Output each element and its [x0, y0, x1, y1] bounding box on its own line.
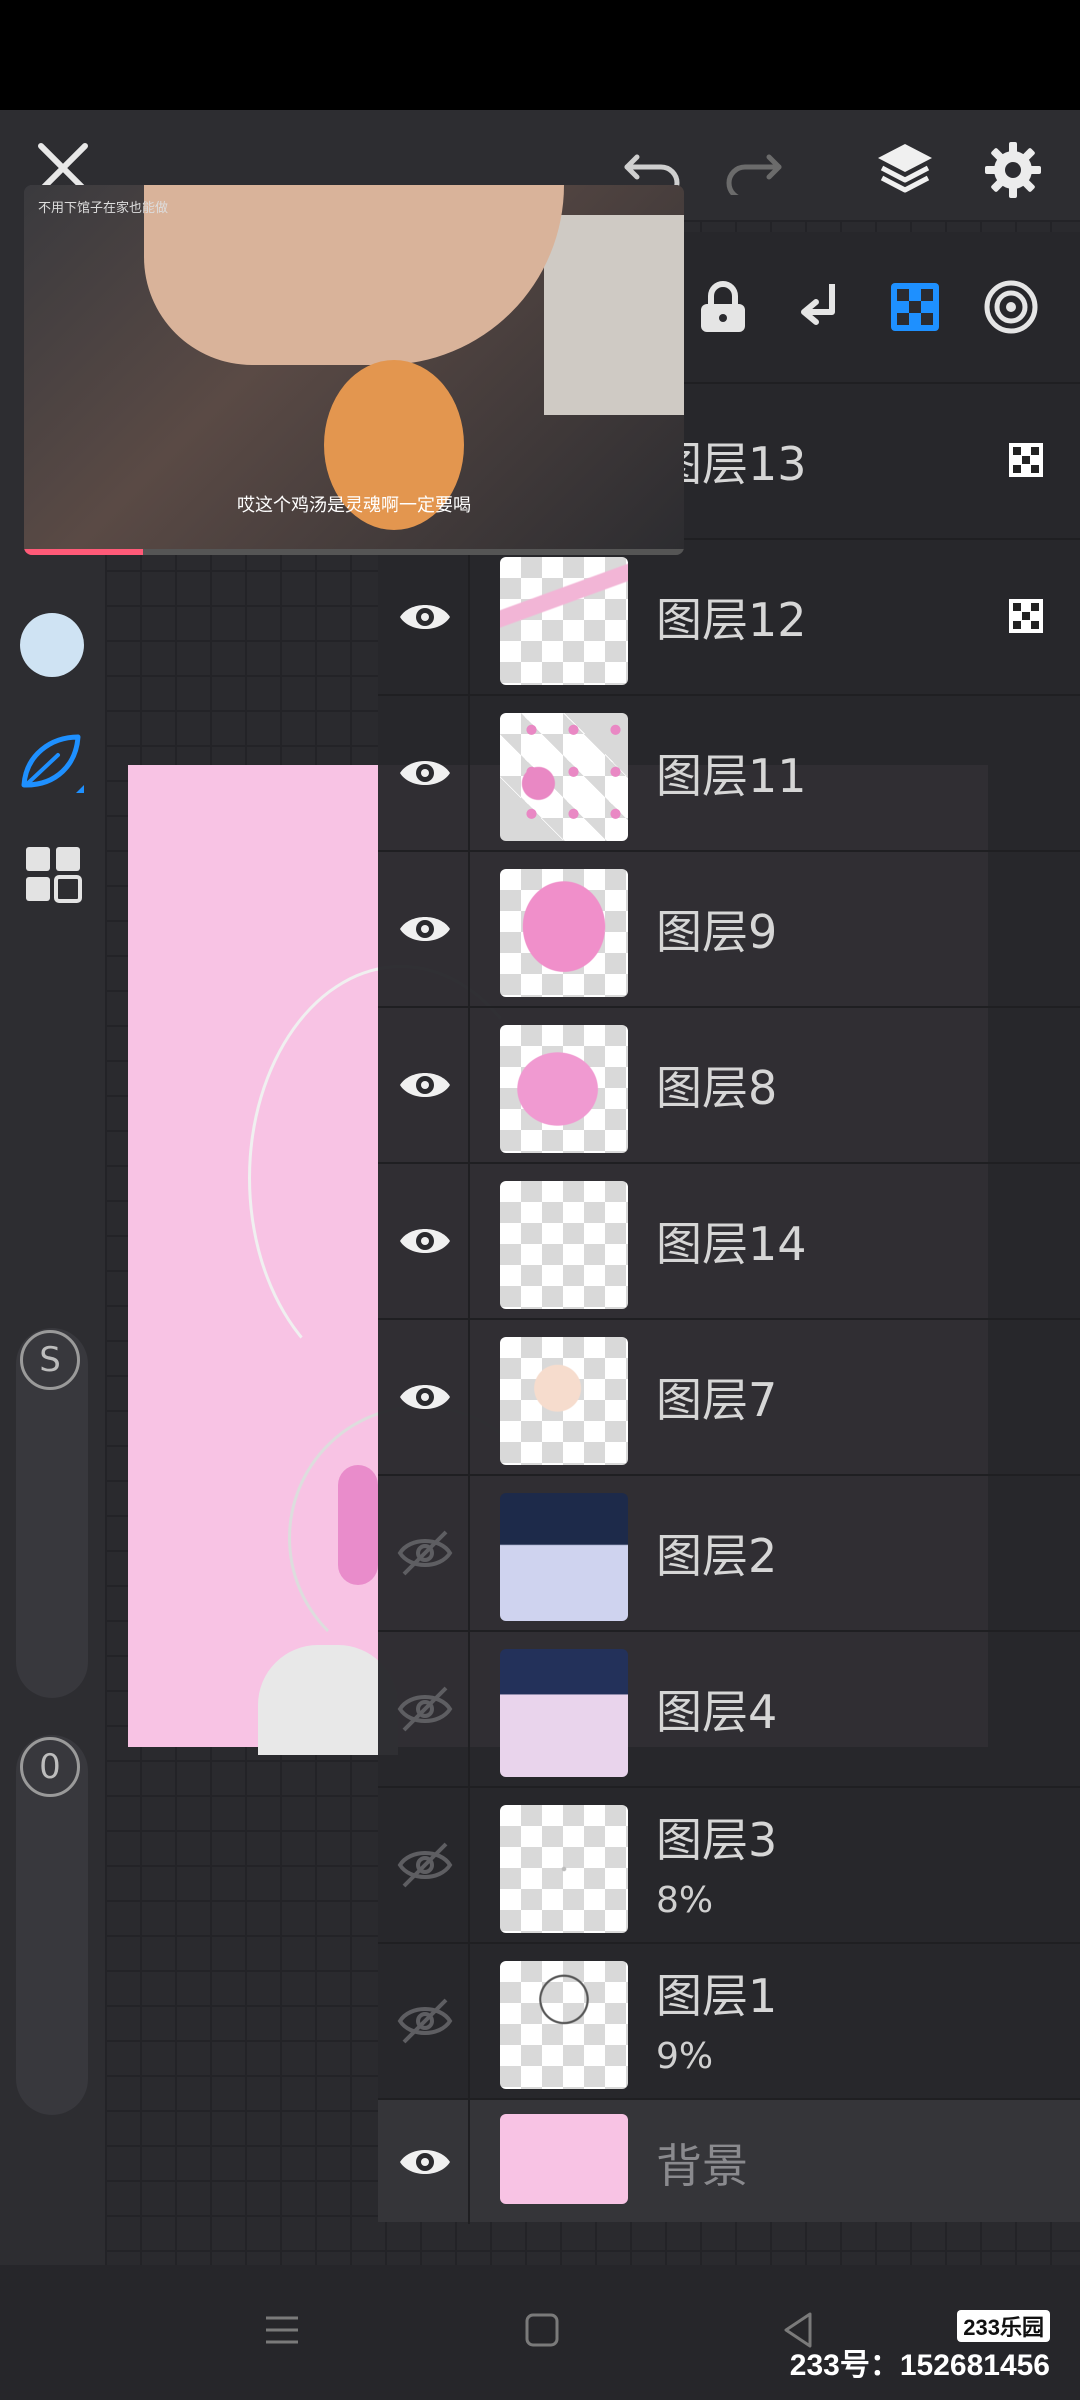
watermark-logo: 233乐园: [957, 2310, 1050, 2342]
layer-name: 图层7: [656, 1373, 778, 1427]
eye-visible-icon[interactable]: [396, 588, 454, 646]
eye-hidden-icon[interactable]: [396, 1680, 454, 1738]
opacity-slider-label: 0: [39, 1747, 61, 1787]
row-divider: [468, 852, 470, 1007]
layer-opacity: 8%: [656, 1880, 714, 1921]
row-divider: [468, 1008, 470, 1163]
layer-thumbnail[interactable]: [500, 1961, 628, 2089]
settings-gear-icon[interactable]: [978, 135, 1048, 205]
layer-row[interactable]: 图层3 8%: [378, 1786, 1080, 1943]
video-caption: 哎这个鸡汤是灵魂啊一定要喝: [237, 495, 471, 516]
eye-hidden-icon[interactable]: [396, 1836, 454, 1894]
video-top-text: 不用下馆子在家也能做: [38, 201, 169, 216]
alpha-lock-checker-icon[interactable]: [886, 278, 944, 336]
eye-visible-icon[interactable]: [396, 1056, 454, 1114]
layer-name: 背景: [656, 2139, 748, 2193]
menu-lines-icon[interactable]: [262, 2310, 302, 2350]
layer-row[interactable]: 图层2: [378, 1474, 1080, 1631]
layer-row[interactable]: 图层7: [378, 1318, 1080, 1475]
layer-thumbnail[interactable]: [500, 2114, 628, 2204]
video-shelf: [544, 215, 684, 415]
eye-hidden-icon[interactable]: [396, 1992, 454, 2050]
row-divider: [468, 540, 470, 695]
target-rings-icon[interactable]: [982, 278, 1040, 336]
layer-name: 图层4: [656, 1685, 778, 1739]
layer-opacity: 9%: [656, 2036, 714, 2077]
layer-row[interactable]: 图层14: [378, 1162, 1080, 1319]
layer-name: 图层1: [656, 1969, 778, 2023]
eye-visible-icon[interactable]: [396, 1212, 454, 1270]
figure-shoulder: [258, 1645, 398, 1755]
grid-menu-icon[interactable]: [24, 845, 82, 903]
left-toolbar: S 0: [0, 560, 105, 2265]
clipping-mask-icon[interactable]: [1008, 598, 1044, 634]
layer-row[interactable]: 图层8: [378, 1006, 1080, 1163]
row-divider: [468, 2100, 470, 2224]
eye-visible-icon[interactable]: [396, 900, 454, 958]
layer-row[interactable]: 图层4: [378, 1630, 1080, 1787]
layer-name: 图层8: [656, 1061, 778, 1115]
brush-opacity-knob[interactable]: 0: [20, 1737, 80, 1797]
eye-visible-icon[interactable]: [396, 1368, 454, 1426]
row-divider: [468, 1632, 470, 1787]
video-progress-fill: [24, 549, 143, 555]
layers-icon[interactable]: [870, 135, 940, 205]
layer-row[interactable]: 图层11: [378, 694, 1080, 851]
layer-thumbnail[interactable]: [500, 1493, 628, 1621]
layer-thumbnail[interactable]: [500, 1805, 628, 1933]
status-bar: [0, 0, 1080, 110]
clipping-mask-icon[interactable]: [1008, 442, 1044, 478]
layer-row[interactable]: 图层9: [378, 850, 1080, 1007]
size-slider-label: S: [39, 1340, 61, 1380]
redo-icon[interactable]: [720, 140, 786, 200]
layer-name: 图层9: [656, 905, 778, 959]
pip-video-overlay[interactable]: 不用下馆子在家也能做 哎这个鸡汤是灵魂啊一定要喝: [24, 185, 684, 555]
eye-visible-icon[interactable]: [396, 2133, 454, 2191]
layer-name: 图层3: [656, 1813, 778, 1867]
eye-visible-icon[interactable]: [396, 744, 454, 802]
watermark-id: 233号：152681456: [789, 2349, 1050, 2382]
layer-name: 图层12: [656, 593, 807, 647]
layer-row[interactable]: 图层12: [378, 538, 1080, 695]
current-color-swatch[interactable]: [20, 613, 84, 677]
layer-thumbnail[interactable]: [500, 713, 628, 841]
layer-name: 图层2: [656, 1529, 778, 1583]
layer-thumbnail[interactable]: [500, 869, 628, 997]
layer-thumbnail[interactable]: [500, 1025, 628, 1153]
brush-leaf-icon[interactable]: [16, 725, 88, 797]
brush-size-knob[interactable]: S: [20, 1330, 80, 1390]
video-progress-bar[interactable]: [24, 549, 684, 555]
layer-row[interactable]: 图层1 9%: [378, 1942, 1080, 2099]
layer-row[interactable]: 背景: [378, 2098, 1080, 2224]
layer-name: 图层11: [656, 749, 807, 803]
row-divider: [468, 1164, 470, 1319]
layer-thumbnail[interactable]: [500, 557, 628, 685]
layer-thumbnail[interactable]: [500, 1181, 628, 1309]
row-divider: [468, 1788, 470, 1943]
row-divider: [468, 696, 470, 851]
lock-icon[interactable]: [694, 278, 752, 336]
eye-hidden-icon[interactable]: [396, 1524, 454, 1582]
layer-thumbnail[interactable]: [500, 1337, 628, 1465]
figure-hair: [338, 1465, 378, 1585]
row-divider: [468, 1320, 470, 1475]
layer-thumbnail[interactable]: [500, 1649, 628, 1777]
row-divider: [468, 1476, 470, 1631]
layer-name: 图层14: [656, 1217, 807, 1271]
home-square-icon[interactable]: [522, 2310, 562, 2350]
row-divider: [468, 1944, 470, 2099]
merge-down-icon[interactable]: [790, 278, 848, 336]
